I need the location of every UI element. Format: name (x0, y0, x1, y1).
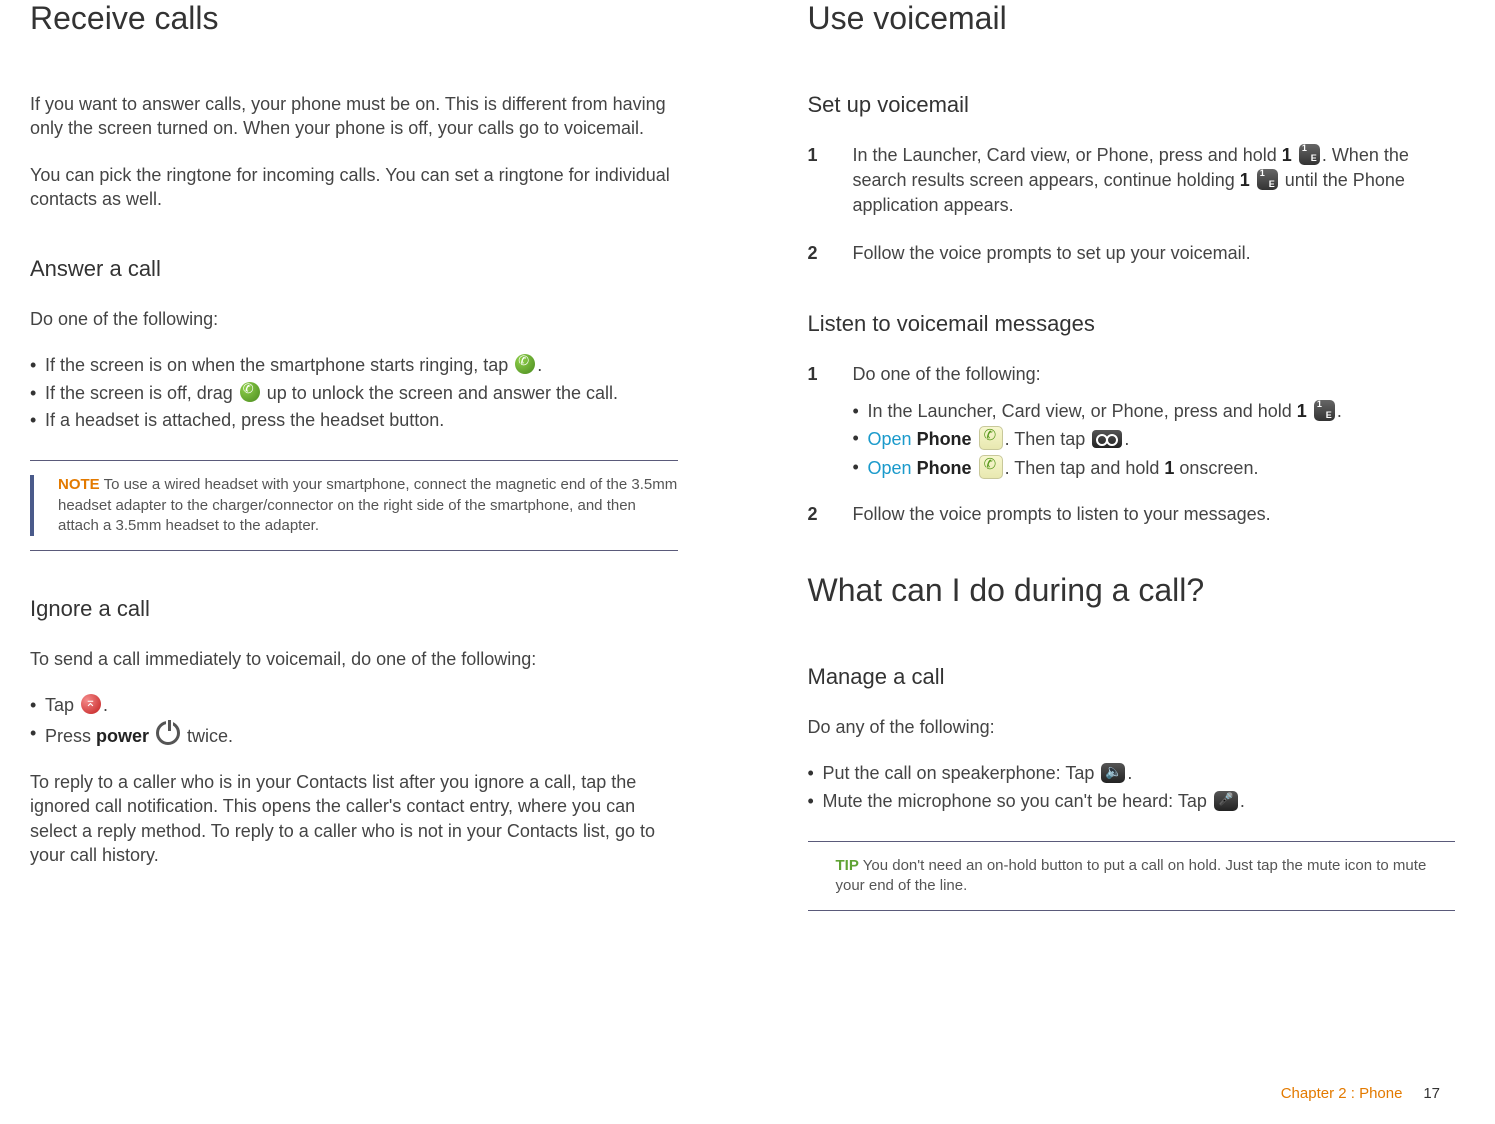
list-item: Put the call on speakerphone: Tap . (808, 761, 1456, 785)
text: To use a wired headset with your smartph… (58, 476, 677, 534)
text: If the screen is off, drag (45, 383, 238, 403)
note-bar (30, 475, 34, 536)
tip-text: TIP You don't need an on-hold button to … (808, 856, 1456, 897)
list-item: In the Launcher, Card view, or Phone, pr… (853, 399, 1456, 423)
text: Follow the voice prompts to listen to yo… (853, 504, 1271, 524)
text: . (537, 355, 542, 375)
text: twice. (182, 726, 233, 746)
phone-label: Phone (917, 429, 972, 449)
heading-setup-voicemail: Set up voicemail (808, 92, 1456, 118)
list-item: If the screen is on when the smartphone … (30, 353, 678, 377)
note-label: NOTE (58, 476, 100, 493)
list-item: 2 Follow the voice prompts to listen to … (808, 502, 1456, 527)
ignore-paragraph: To reply to a caller who is in your Cont… (30, 770, 678, 867)
key-1-label: 1 (1282, 145, 1292, 165)
heading-listen-voicemail: Listen to voicemail messages (808, 311, 1456, 337)
phone-label: Phone (917, 458, 972, 478)
listen-sub-bullets: In the Launcher, Card view, or Phone, pr… (853, 399, 1456, 480)
key-1-label: 1 (1240, 170, 1250, 190)
power-label: power (96, 726, 149, 746)
page-footer: Chapter 2 : Phone 17 (1281, 1085, 1440, 1102)
answer-lead: Do one of the following: (30, 307, 678, 331)
speaker-icon (1101, 763, 1125, 783)
manage-bullets: Put the call on speakerphone: Tap . Mute… (808, 761, 1456, 813)
page-number: 17 (1423, 1085, 1440, 1102)
key-1-icon (1314, 400, 1335, 421)
list-item: Open Phone . Then tap . (853, 426, 1456, 451)
list-item: Press power twice. (30, 721, 678, 748)
list-item: Open Phone . Then tap and hold 1 onscree… (853, 455, 1456, 480)
text: . Then tap (1005, 429, 1091, 449)
open-link[interactable]: Open (868, 458, 912, 478)
text: up to unlock the screen and answer the c… (262, 383, 618, 403)
text: Do one of the following: (853, 364, 1041, 384)
text: Press (45, 726, 96, 746)
ignore-bullets: Tap . Press power twice. (30, 693, 678, 748)
heading-ignore-call: Ignore a call (30, 596, 678, 622)
power-icon (156, 721, 180, 745)
heading-answer-call: Answer a call (30, 256, 678, 282)
heading-receive-calls: Receive calls (30, 0, 678, 37)
decline-call-icon (81, 694, 101, 714)
text: Tap (45, 695, 79, 715)
text: Put the call on speakerphone: Tap (823, 763, 1100, 783)
key-1-icon (1299, 144, 1320, 165)
text: In the Launcher, Card view, or Phone, pr… (868, 401, 1297, 421)
intro-paragraph-2: You can pick the ringtone for incoming c… (30, 163, 678, 212)
key-1-label: 1 (1297, 401, 1307, 421)
ignore-lead: To send a call immediately to voicemail,… (30, 647, 678, 671)
drag-answer-icon (240, 382, 260, 402)
key-1-label: 1 (1164, 458, 1174, 478)
text: You don't need an on-hold button to put … (836, 857, 1427, 894)
list-item: If a headset is attached, press the head… (30, 408, 678, 432)
list-item: Tap . (30, 693, 678, 717)
chapter-label: Chapter 2 : Phone (1281, 1085, 1403, 1102)
text: . (1124, 429, 1129, 449)
answer-bullets: If the screen is on when the smartphone … (30, 353, 678, 432)
note-box: NOTE To use a wired headset with your sm… (30, 460, 678, 551)
text: . Then tap and hold (1005, 458, 1165, 478)
note-text: NOTE To use a wired headset with your sm… (30, 475, 678, 536)
text: Mute the microphone so you can't be hear… (823, 791, 1212, 811)
heading-during-call: What can I do during a call? (808, 572, 1456, 609)
text: . (1240, 791, 1245, 811)
key-1-icon (1257, 169, 1278, 190)
list-item: 1 In the Launcher, Card view, or Phone, … (808, 143, 1456, 219)
voicemail-icon (1092, 430, 1122, 448)
phone-app-icon (979, 455, 1003, 479)
tip-label: TIP (836, 857, 859, 874)
text: . (1127, 763, 1132, 783)
answer-call-icon (515, 354, 535, 374)
list-item: Mute the microphone so you can't be hear… (808, 789, 1456, 813)
text: . (1337, 401, 1342, 421)
list-item: 1 Do one of the following: In the Launch… (808, 362, 1456, 480)
text: Follow the voice prompts to set up your … (853, 243, 1251, 263)
text: In the Launcher, Card view, or Phone, pr… (853, 145, 1282, 165)
text: onscreen. (1174, 458, 1258, 478)
phone-app-icon (979, 426, 1003, 450)
list-item: If the screen is off, drag up to unlock … (30, 381, 678, 405)
intro-paragraph-1: If you want to answer calls, your phone … (30, 92, 678, 141)
setup-steps: 1 In the Launcher, Card view, or Phone, … (808, 143, 1456, 266)
heading-manage-call: Manage a call (808, 664, 1456, 690)
text: . (103, 695, 108, 715)
text: If the screen is on when the smartphone … (45, 355, 513, 375)
listen-steps: 1 Do one of the following: In the Launch… (808, 362, 1456, 527)
list-item: 2 Follow the voice prompts to set up you… (808, 241, 1456, 266)
manage-lead: Do any of the following: (808, 715, 1456, 739)
tip-box: TIP You don't need an on-hold button to … (808, 841, 1456, 912)
heading-use-voicemail: Use voicemail (808, 0, 1456, 37)
mute-icon (1214, 791, 1238, 811)
open-link[interactable]: Open (868, 429, 912, 449)
